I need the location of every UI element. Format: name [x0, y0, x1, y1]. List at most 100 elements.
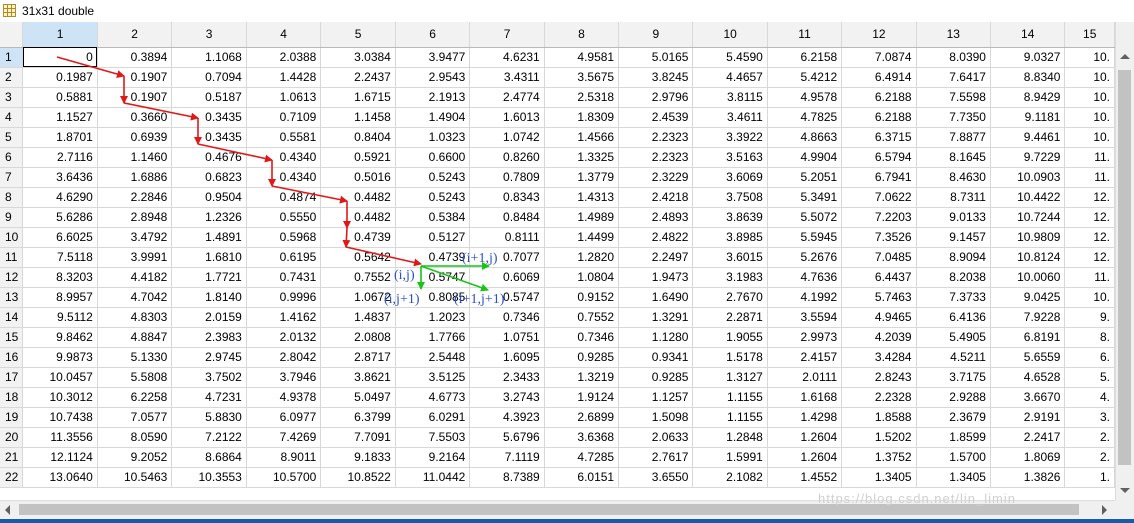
table-cell[interactable]: 4.7636 — [767, 267, 843, 288]
row-header[interactable]: 3 — [0, 87, 24, 108]
row-header[interactable]: 4 — [0, 107, 24, 128]
table-cell[interactable]: 1.0613 — [246, 87, 322, 108]
table-cell[interactable]: 1.8599 — [916, 427, 991, 448]
table-cell[interactable]: 4.9581 — [544, 47, 620, 68]
table-cell[interactable]: 2.0808 — [320, 327, 396, 348]
table-cell[interactable]: 0.9504 — [171, 187, 247, 208]
table-cell[interactable]: 0.7077 — [469, 247, 545, 268]
table-cell[interactable]: 1.1458 — [320, 107, 396, 128]
table-cell[interactable]: 7.6417 — [916, 67, 991, 88]
table-cell[interactable]: 3.6368 — [544, 427, 620, 448]
table-cell[interactable]: 1.3405 — [916, 467, 991, 488]
table-cell[interactable]: 2.8948 — [97, 207, 173, 228]
table-cell[interactable]: 0.8343 — [469, 187, 545, 208]
table-cell[interactable]: 13.0640 — [22, 467, 98, 488]
table-cell[interactable]: 4.7285 — [544, 447, 620, 468]
table-cell[interactable]: 12. — [1064, 227, 1115, 248]
table-cell[interactable]: 1.3779 — [544, 167, 620, 188]
table-cell[interactable]: 7.7091 — [320, 427, 396, 448]
table-cell[interactable]: 11.0442 — [395, 467, 471, 488]
table-cell[interactable]: 1.0672 — [320, 287, 396, 308]
table-cell[interactable]: 1.6013 — [469, 107, 545, 128]
table-cell[interactable]: 1.0751 — [469, 327, 545, 348]
table-cell[interactable]: 2.2437 — [320, 67, 396, 88]
table-cell[interactable]: 1.3325 — [544, 147, 620, 168]
table-cell[interactable]: 6.4914 — [841, 67, 917, 88]
table-cell[interactable]: 4.4182 — [97, 267, 173, 288]
table-cell[interactable]: 7.3733 — [916, 287, 991, 308]
table-cell[interactable]: 10.5700 — [246, 467, 322, 488]
table-cell[interactable]: 1.2326 — [171, 207, 247, 228]
table-cell[interactable]: 0.5243 — [395, 167, 471, 188]
table-cell[interactable]: 1.4313 — [544, 187, 620, 208]
table-cell[interactable]: 6.0291 — [395, 407, 471, 428]
table-cell[interactable]: 1.3405 — [841, 467, 917, 488]
table-cell[interactable]: 9.7229 — [990, 147, 1066, 168]
table-cell[interactable]: 5.4590 — [692, 47, 768, 68]
table-cell[interactable]: 3.2743 — [469, 387, 545, 408]
table-cell[interactable]: 0.4340 — [246, 167, 322, 188]
row-header[interactable]: 11 — [0, 247, 24, 268]
table-cell[interactable]: 7.5598 — [916, 87, 991, 108]
table-cell[interactable]: 6.2258 — [97, 387, 173, 408]
table-cell[interactable]: 5. — [1064, 367, 1115, 388]
table-cell[interactable]: 6.4437 — [841, 267, 917, 288]
table-cell[interactable]: 11. — [1064, 167, 1115, 188]
table-cell[interactable]: 0.5747 — [469, 287, 545, 308]
table-cell[interactable]: 5.8830 — [171, 407, 247, 428]
table-cell[interactable]: 1.9055 — [692, 327, 768, 348]
table-cell[interactable]: 9.5112 — [22, 307, 98, 328]
row-header[interactable]: 7 — [0, 167, 24, 188]
table-cell[interactable]: 3.3922 — [692, 127, 768, 148]
table-cell[interactable]: 2. — [1064, 427, 1115, 448]
table-cell[interactable]: 1.4566 — [544, 127, 620, 148]
table-cell[interactable]: 3.7502 — [171, 367, 247, 388]
table-cell[interactable]: 2.0388 — [246, 47, 322, 68]
table-cell[interactable]: 2.9191 — [990, 407, 1066, 428]
table-cell[interactable]: 0.6939 — [97, 127, 173, 148]
table-cell[interactable]: 4.9904 — [767, 147, 843, 168]
vertical-scroll-thumb[interactable] — [1118, 70, 1131, 465]
column-header[interactable]: 4 — [246, 22, 322, 48]
table-cell[interactable]: 6.0151 — [544, 467, 620, 488]
row-header[interactable]: 21 — [0, 447, 24, 468]
row-header[interactable]: 20 — [0, 427, 24, 448]
table-cell[interactable]: 1.2604 — [767, 447, 843, 468]
row-header[interactable]: 12 — [0, 267, 24, 288]
table-cell[interactable]: 1.1155 — [692, 387, 768, 408]
table-cell[interactable]: 2.0159 — [171, 307, 247, 328]
table-cell[interactable]: 9.4461 — [990, 127, 1066, 148]
column-header[interactable]: 11 — [767, 22, 843, 48]
table-cell[interactable]: 1.4499 — [544, 227, 620, 248]
table-cell[interactable]: 0.8085 — [395, 287, 471, 308]
table-cell[interactable]: 3.8245 — [618, 67, 694, 88]
table-cell[interactable]: 3.8115 — [692, 87, 768, 108]
table-cell[interactable]: 6.2158 — [767, 47, 843, 68]
table-cell[interactable]: 3.4284 — [841, 347, 917, 368]
table-cell[interactable]: 1.8701 — [22, 127, 98, 148]
table-cell[interactable]: 11. — [1064, 267, 1115, 288]
table-cell[interactable]: 10. — [1064, 107, 1115, 128]
row-header[interactable]: 16 — [0, 347, 24, 368]
table-cell[interactable]: 2.0132 — [246, 327, 322, 348]
table-cell[interactable]: 7.5503 — [395, 427, 471, 448]
table-cell[interactable]: 0.5881 — [22, 87, 98, 108]
table-cell[interactable]: 7.9228 — [990, 307, 1066, 328]
table-cell[interactable]: 1.4837 — [320, 307, 396, 328]
table-cell[interactable]: 5.5808 — [97, 367, 173, 388]
table-cell[interactable]: 8.9957 — [22, 287, 98, 308]
table-cell[interactable]: 4.6528 — [990, 367, 1066, 388]
table-cell[interactable]: 1.3127 — [692, 367, 768, 388]
table-cell[interactable]: 1.5098 — [618, 407, 694, 428]
table-cell[interactable]: 4.6773 — [395, 387, 471, 408]
table-cell[interactable]: 2.2328 — [841, 387, 917, 408]
table-cell[interactable]: 9.0327 — [990, 47, 1066, 68]
table-cell[interactable]: 2.4822 — [618, 227, 694, 248]
table-cell[interactable]: 2.4893 — [618, 207, 694, 228]
table-cell[interactable]: 2.2497 — [618, 247, 694, 268]
table-cell[interactable]: 9.9873 — [22, 347, 98, 368]
table-cell[interactable]: 2.7617 — [618, 447, 694, 468]
table-cell[interactable]: 1.6715 — [320, 87, 396, 108]
table-cell[interactable]: 10.3012 — [22, 387, 98, 408]
table-cell[interactable]: 2.3229 — [618, 167, 694, 188]
